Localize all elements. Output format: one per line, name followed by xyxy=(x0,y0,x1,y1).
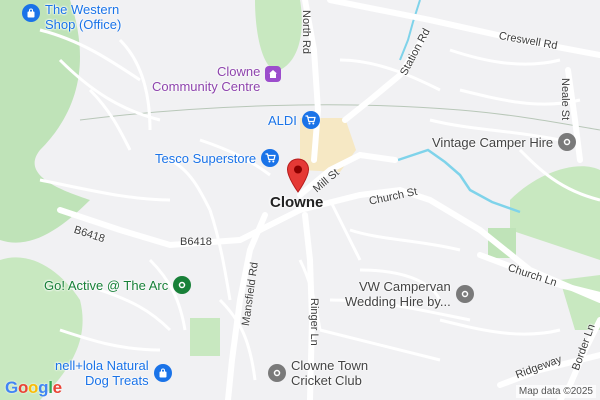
creswell-rd-path xyxy=(327,0,600,58)
poi-go-active[interactable]: Go! Active @ The Arc xyxy=(44,276,192,294)
stream xyxy=(397,148,521,214)
location-icon xyxy=(173,276,192,294)
poi-vw-campervan[interactable]: VW Campervan Wedding Hire by... xyxy=(345,279,474,309)
poi-label: Clowne Community Centre xyxy=(152,64,261,94)
location-icon xyxy=(455,285,474,303)
logo-letter: G xyxy=(5,378,18,397)
poi-label: Vintage Camper Hire xyxy=(432,134,554,150)
google-logo: Google xyxy=(5,378,62,398)
community-centre-icon xyxy=(265,66,282,82)
location-icon xyxy=(268,364,286,382)
road-label-neale-st: Neale St xyxy=(559,78,571,121)
poi-aldi[interactable]: ALDI xyxy=(268,111,320,129)
map-canvas[interactable]: North Rd Station Rd Creswell Rd Neale St… xyxy=(0,0,600,400)
logo-letter: o xyxy=(28,378,39,397)
shopping-bag-icon xyxy=(22,4,40,22)
poi-label: nell+lola Natural Dog Treats xyxy=(55,358,149,388)
poi-label: Go! Active @ The Arc xyxy=(44,277,169,293)
logo-letter: e xyxy=(52,378,62,397)
shopping-cart-icon xyxy=(301,111,320,129)
green-area-north xyxy=(255,0,302,71)
green-area-west xyxy=(0,0,90,243)
poi-vintage-camper[interactable]: Vintage Camper Hire xyxy=(432,133,577,151)
logo-letter: g xyxy=(38,378,49,397)
poi-label: VW Campervan Wedding Hire by... xyxy=(345,279,451,309)
shopping-cart-icon xyxy=(261,149,280,167)
town-label: Clowne xyxy=(270,194,324,211)
road-label-b6418-east: B6418 xyxy=(180,236,212,248)
green-area-south-field xyxy=(190,318,220,356)
poi-cricket-club[interactable]: Clowne Town Cricket Club xyxy=(268,358,368,388)
poi-label: Tesco Superstore xyxy=(155,150,257,166)
location-marker-icon[interactable] xyxy=(286,158,310,194)
shopping-bag-icon xyxy=(153,364,172,382)
poi-western-shop[interactable]: The Western Shop (Office) xyxy=(22,2,121,32)
road-label-ringer-ln: Ringer Ln xyxy=(308,298,320,346)
location-icon xyxy=(558,133,577,151)
road-label-north-rd: North Rd xyxy=(300,10,312,55)
poi-label: Clowne Town Cricket Club xyxy=(291,358,369,388)
poi-nell-lola[interactable]: nell+lola Natural Dog Treats xyxy=(55,358,172,388)
poi-community-centre[interactable]: Clowne Community Centre xyxy=(152,64,282,94)
poi-tesco[interactable]: Tesco Superstore xyxy=(155,149,280,167)
poi-label: The Western Shop (Office) xyxy=(45,2,122,32)
logo-letter: o xyxy=(17,378,29,397)
map-attribution[interactable]: Map data ©2025 xyxy=(515,385,596,398)
poi-label: ALDI xyxy=(268,112,297,128)
